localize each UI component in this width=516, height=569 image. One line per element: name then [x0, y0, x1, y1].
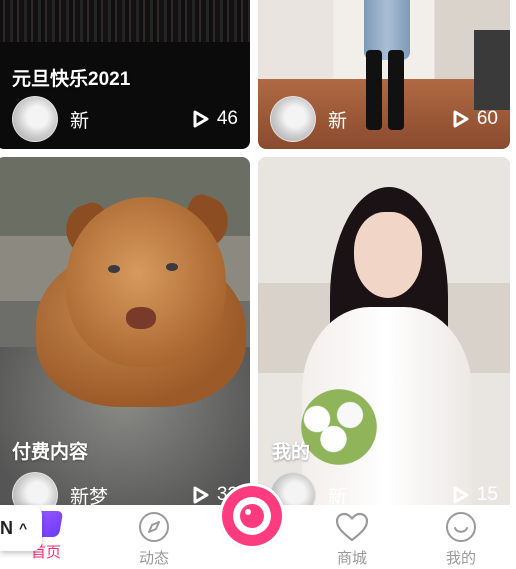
card-title: 我的 — [272, 442, 311, 463]
record-button[interactable] — [219, 483, 285, 549]
video-card[interactable]: 我的 新 15 — [258, 157, 510, 505]
card-meta: 新梦 32 — [12, 472, 238, 506]
nav-label: 我的 — [445, 550, 476, 567]
card-meta: 新 15 — [270, 472, 498, 506]
card-title: 元旦快乐2021 — [12, 69, 131, 90]
camera-record-icon — [222, 486, 282, 546]
avatar[interactable] — [12, 472, 58, 505]
nav-label: 商城 — [336, 550, 367, 567]
nav-item-shop[interactable]: 商城 — [312, 511, 392, 569]
card-username: 新梦 — [70, 486, 109, 506]
language-label: N — [0, 517, 13, 538]
nav-item-dynamic[interactable]: 动态 — [114, 511, 194, 569]
avatar[interactable] — [12, 96, 58, 142]
play-icon — [193, 486, 209, 504]
video-card[interactable]: 付费内容 新梦 32 — [0, 157, 250, 505]
play-count-value: 15 — [476, 484, 498, 505]
card-username: 新 — [328, 110, 348, 132]
play-count-value: 46 — [216, 108, 238, 129]
video-card[interactable]: 元旦快乐2021 新 46 — [0, 0, 250, 149]
play-count: 60 — [453, 108, 498, 130]
card-meta: 新 60 — [270, 96, 498, 142]
smile-icon — [446, 512, 476, 542]
card-meta: 新 46 — [12, 96, 238, 142]
card-title: 付费内容 — [12, 442, 89, 463]
play-icon — [453, 110, 469, 128]
compass-icon — [139, 512, 169, 542]
card-username: 新 — [328, 486, 348, 506]
video-card[interactable]: 新 60 — [258, 0, 510, 149]
heart-icon — [335, 512, 369, 542]
play-count: 46 — [193, 108, 238, 130]
card-username: 新 — [70, 110, 90, 132]
play-count: 15 — [453, 484, 498, 505]
chevron-up-icon: ^ — [19, 520, 28, 536]
video-feed: 元旦快乐2021 新 46 新 60 付费内容 新梦 我的 新 15 — [0, 0, 516, 505]
play-icon — [453, 486, 469, 504]
nav-item-mine[interactable]: 我的 — [421, 511, 501, 569]
avatar[interactable] — [270, 96, 316, 142]
play-count-value: 60 — [476, 108, 498, 129]
floating-language-toggle[interactable]: N ^ — [0, 505, 42, 551]
nav-label: 动态 — [138, 550, 169, 567]
play-icon — [193, 110, 209, 128]
